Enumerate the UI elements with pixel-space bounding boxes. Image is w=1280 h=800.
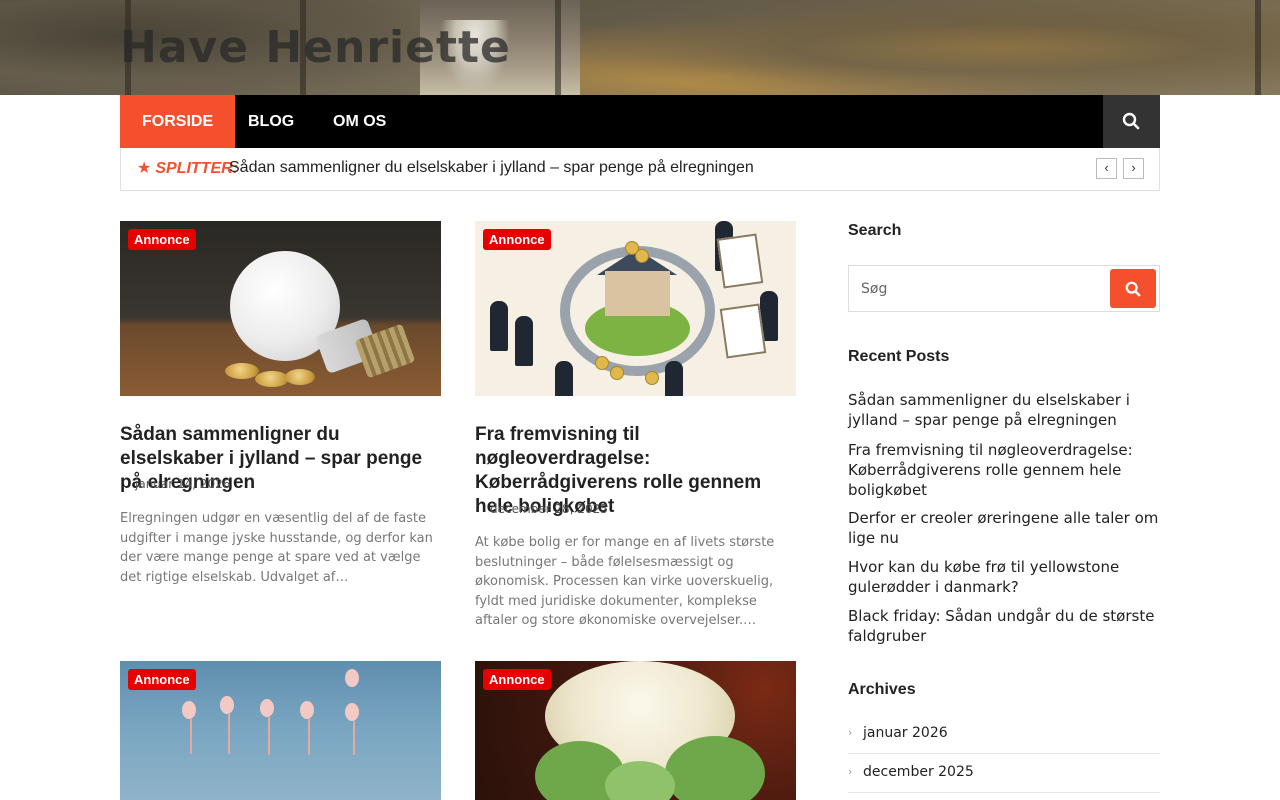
nav-item-om-os[interactable]: OM OS: [311, 95, 408, 148]
document-illustration: [716, 233, 764, 289]
flamingo-leg: [228, 714, 230, 754]
flamingo-leg: [308, 719, 310, 755]
person-figure: [665, 361, 683, 396]
recent-post-link[interactable]: Black friday: Sådan undgår du de største…: [848, 606, 1160, 646]
archive-label: januar 2026: [863, 725, 948, 741]
flamingo-leg: [268, 717, 270, 755]
flamingo: [300, 701, 314, 719]
post-excerpt: Elregningen udgør en væsentlig del af de…: [120, 511, 433, 585]
search-input[interactable]: [849, 266, 1107, 311]
post-excerpt: At købe bolig er for mange en af livets …: [475, 535, 775, 628]
ticker-label-text: SPLITTER:: [155, 160, 239, 177]
post-thumbnail[interactable]: Annonce: [475, 221, 796, 396]
main-nav: FORSIDE BLOG OM OS: [120, 95, 1160, 148]
post-thumbnail[interactable]: Annonce: [120, 661, 441, 800]
ticker-label: ★ SPLITTER:: [137, 148, 238, 190]
coin: [595, 356, 609, 370]
coin: [285, 369, 315, 385]
banner-trunk: [555, 0, 561, 95]
leaf: [665, 736, 765, 800]
ticker-next-button[interactable]: ›: [1123, 158, 1144, 179]
post-card: Annonce Sådan sammenligner du elselskabe…: [120, 221, 441, 601]
flamingo: [220, 696, 234, 714]
search-form: [848, 265, 1160, 312]
post-card: Annonce: [120, 661, 441, 800]
coin: [225, 363, 259, 379]
house-illustration: [605, 271, 670, 316]
archive-item[interactable]: › december 2025: [848, 754, 1160, 793]
recent-post-link[interactable]: Derfor er creoler øreringene alle taler …: [848, 508, 1160, 548]
search-submit-button[interactable]: [1110, 269, 1156, 308]
category-badge[interactable]: Annonce: [128, 229, 196, 250]
archive-label: december 2025: [863, 764, 974, 780]
coin: [610, 366, 624, 380]
post-thumbnail[interactable]: Annonce: [120, 221, 441, 396]
post-card: Annonce Fra fremvisning til nøgleoverdra…: [475, 221, 796, 641]
category-badge[interactable]: Annonce: [483, 229, 551, 250]
search-icon: [1122, 112, 1140, 130]
nav-item-blog[interactable]: BLOG: [226, 95, 316, 148]
banner-trees-right: [580, 0, 1280, 95]
recent-post-link[interactable]: Fra fremvisning til nøgleoverdragelse: K…: [848, 440, 1160, 500]
ticker-prev-button[interactable]: ‹: [1096, 158, 1117, 179]
archives-title: Archives: [848, 681, 916, 698]
coin: [635, 249, 649, 263]
recent-posts-title: Recent Posts: [848, 348, 950, 365]
nav-search-button[interactable]: [1103, 95, 1160, 148]
recent-post-link[interactable]: Sådan sammenligner du elselskaber i jyll…: [848, 390, 1160, 430]
flamingo-leg: [190, 719, 192, 754]
post-date[interactable]: december 28, 2025: [490, 502, 608, 516]
category-badge[interactable]: Annonce: [483, 669, 551, 690]
post-card: Annonce: [475, 661, 796, 800]
search-icon: [1125, 281, 1141, 297]
post-date[interactable]: januar 14, 2026: [135, 477, 230, 491]
post-thumbnail[interactable]: Annonce: [475, 661, 796, 800]
header-banner: Have Henriette: [0, 0, 1280, 95]
document-illustration: [719, 303, 767, 359]
coin: [645, 371, 659, 385]
nav-item-forside[interactable]: FORSIDE: [120, 95, 236, 148]
banner-trunk: [1255, 0, 1261, 95]
star-icon: ★: [137, 160, 152, 177]
chevron-right-icon: ›: [848, 765, 853, 778]
ticker-headline[interactable]: Sådan sammenligner du elselskaber i jyll…: [229, 148, 754, 190]
flamingo-leg: [353, 721, 355, 755]
news-ticker: ★ SPLITTER: Sådan sammenligner du elselsk…: [120, 148, 1160, 191]
archive-item[interactable]: › januar 2026: [848, 715, 1160, 754]
flamingo: [345, 703, 359, 721]
category-badge[interactable]: Annonce: [128, 669, 196, 690]
recent-post-link[interactable]: Hvor kan du købe frø til yellowstone gul…: [848, 557, 1160, 597]
flamingo: [182, 701, 196, 719]
search-widget-title: Search: [848, 222, 902, 239]
chevron-right-icon: ›: [848, 726, 853, 739]
flamingo: [345, 669, 359, 687]
person-figure: [490, 301, 508, 351]
coin: [255, 371, 289, 387]
person-figure: [515, 316, 533, 366]
site-title[interactable]: Have Henriette: [120, 22, 511, 73]
person-figure: [555, 361, 573, 396]
flamingo: [260, 699, 274, 717]
